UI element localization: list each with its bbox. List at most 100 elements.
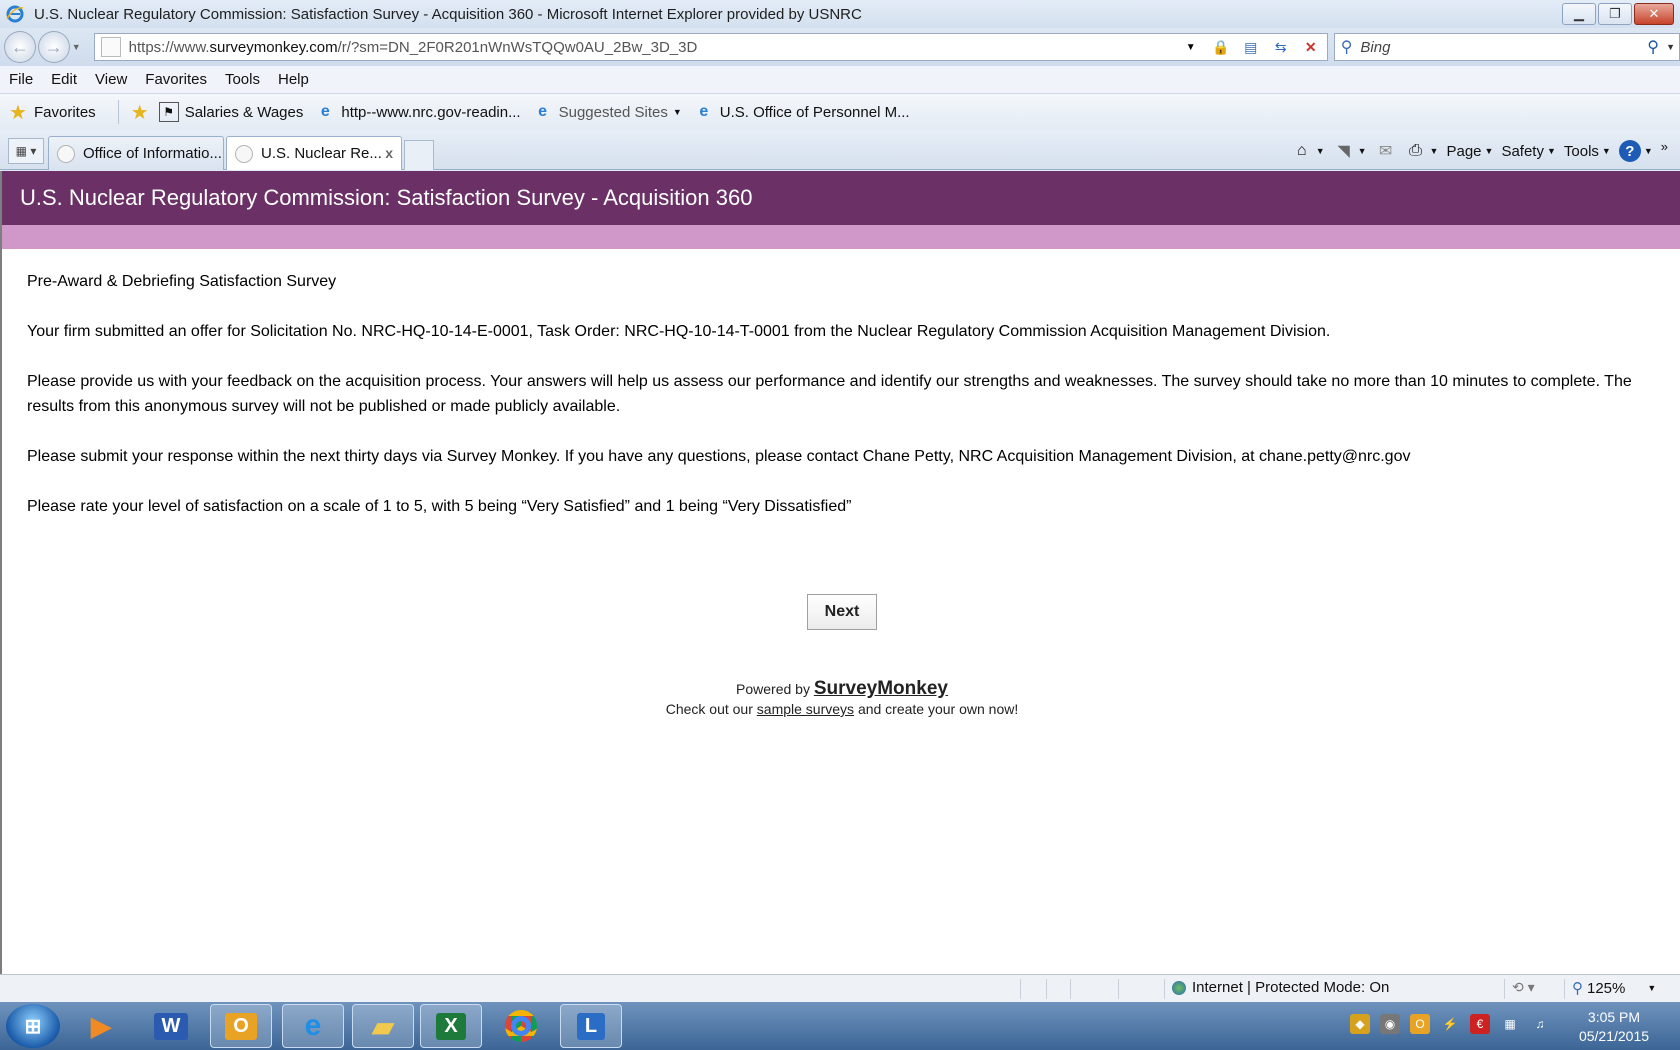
salaries-site-icon: ⚑ bbox=[158, 102, 179, 122]
taskbar-media-player[interactable]: ▶ bbox=[70, 1004, 132, 1048]
menu-view[interactable]: View bbox=[86, 71, 136, 88]
windows-logo-icon: ⊞ bbox=[24, 1015, 42, 1038]
search-icon[interactable]: ⚲ bbox=[1647, 37, 1659, 57]
volume-icon[interactable]: ♫ bbox=[1530, 1014, 1550, 1034]
taskbar-lync[interactable]: L bbox=[560, 1004, 622, 1048]
fav-suggested-sites[interactable]: e Suggested Sites ▼ bbox=[533, 102, 682, 122]
favorites-button[interactable]: ★ Favorites bbox=[8, 101, 96, 124]
powered-by-label: Powered by bbox=[736, 681, 810, 697]
taskbar-chrome[interactable] bbox=[490, 1004, 552, 1048]
taskbar-internet-explorer[interactable]: e bbox=[282, 1004, 344, 1048]
taskbar-word[interactable]: W bbox=[140, 1004, 202, 1048]
fav-link-salaries[interactable]: ⚑ Salaries & Wages bbox=[158, 102, 303, 122]
feeds-button[interactable]: ◥ ▼ bbox=[1333, 140, 1366, 162]
forward-button[interactable]: → bbox=[37, 31, 70, 63]
taskbar-excel[interactable]: X bbox=[420, 1004, 482, 1048]
url-text[interactable]: https://www.surveymonkey.com/r/?sm=DN_2F… bbox=[129, 39, 698, 56]
overflow-chevron-icon[interactable]: » bbox=[1661, 139, 1668, 154]
outlook-tray-icon[interactable]: O bbox=[1410, 1014, 1430, 1034]
page-content: U.S. Nuclear Regulatory Commission: Sati… bbox=[0, 171, 1680, 974]
minimize-button[interactable]: ▁ bbox=[1562, 3, 1596, 25]
status-divider bbox=[1020, 979, 1021, 999]
sample-surveys-link[interactable]: sample surveys bbox=[757, 701, 854, 717]
usb-device-icon[interactable]: ⚡ bbox=[1440, 1014, 1460, 1034]
tab-nuclear-regulatory[interactable]: U.S. Nuclear Re... x bbox=[226, 136, 402, 170]
zoom-level-control[interactable]: ⚲ 125% ▼ bbox=[1572, 979, 1656, 998]
status-divider bbox=[1118, 979, 1119, 999]
security-shield-icon[interactable]: ◆ bbox=[1350, 1014, 1370, 1034]
favorites-separator bbox=[117, 100, 119, 124]
menu-help[interactable]: Help bbox=[269, 71, 318, 88]
survey-paragraph-rating: Please rate your level of satisfaction o… bbox=[27, 498, 852, 515]
back-button[interactable]: ← bbox=[4, 31, 36, 63]
search-options-dropdown-icon[interactable]: ▼ bbox=[1666, 42, 1675, 52]
back-arrow-icon: ← bbox=[10, 36, 29, 57]
menu-favorites[interactable]: Favorites bbox=[136, 71, 216, 88]
address-dropdown-icon[interactable]: ▼ bbox=[1179, 36, 1203, 58]
menu-edit[interactable]: Edit bbox=[42, 71, 86, 88]
chevron-down-icon: ▼ bbox=[1546, 146, 1556, 156]
search-box[interactable]: ⚲ Bing ⚲ ▼ bbox=[1333, 33, 1680, 61]
wireless-icon[interactable]: ▦ bbox=[1500, 1014, 1520, 1034]
survey-heading: Pre-Award & Debriefing Satisfaction Surv… bbox=[27, 273, 337, 290]
refresh-icon[interactable]: ⇆ bbox=[1269, 36, 1293, 58]
add-to-favorites-bar-icon[interactable]: ★ bbox=[129, 101, 151, 124]
tools-menu[interactable]: Tools ▼ bbox=[1564, 143, 1611, 160]
system-tray: ◆ ◉ O ⚡ € ▦ ♫ bbox=[1350, 1014, 1550, 1034]
menu-tools[interactable]: Tools bbox=[216, 71, 269, 88]
status-divider bbox=[1504, 979, 1505, 999]
ie-logo-icon bbox=[6, 5, 24, 23]
survey-header-stripe bbox=[2, 225, 1680, 249]
zoom-magnifier-icon: ⚲ bbox=[1572, 980, 1583, 997]
next-button[interactable]: Next bbox=[807, 594, 877, 630]
checkout-suffix: and create your own now! bbox=[857, 701, 1019, 717]
close-tab-icon[interactable]: x bbox=[385, 145, 393, 161]
close-window-button[interactable]: ✕ bbox=[1634, 3, 1674, 25]
fav-link-opm[interactable]: e U.S. Office of Personnel M... bbox=[694, 102, 909, 122]
command-bar: ⌂ ▼ ◥ ▼ ✉ ⎙ ▼ Page ▼ Safety ▼ Tools ▼ ? ▼ » bbox=[1291, 138, 1668, 164]
taskbar-outlook[interactable]: O bbox=[210, 1004, 272, 1048]
mail-icon: ✉ bbox=[1378, 143, 1393, 160]
lync-icon: L bbox=[576, 1012, 606, 1040]
chevron-down-icon: ▼ bbox=[1484, 146, 1494, 156]
stop-icon[interactable]: ✕ bbox=[1299, 36, 1323, 58]
title-bar: U.S. Nuclear Regulatory Commission: Sati… bbox=[0, 0, 1680, 28]
system-clock[interactable]: 3:05 PM 05/21/2015 bbox=[1568, 1008, 1660, 1046]
tab-office-of-information[interactable]: Office of Informatio... bbox=[48, 136, 224, 170]
recent-pages-dropdown[interactable]: ▼ bbox=[72, 42, 86, 52]
address-bar[interactable]: https://www.surveymonkey.com/r/?sm=DN_2F… bbox=[93, 33, 1328, 61]
read-mail-button[interactable]: ✉ bbox=[1375, 140, 1397, 162]
printer-icon: ⎙ bbox=[1409, 142, 1422, 159]
quick-tabs-button[interactable]: ▦ ▾ bbox=[8, 138, 44, 164]
survey-paragraph-feedback: Please provide us with your feedback on … bbox=[27, 373, 1632, 415]
word-icon: W bbox=[153, 1012, 189, 1040]
taskbar-file-explorer[interactable]: ▰ bbox=[352, 1004, 414, 1048]
menu-file[interactable]: File bbox=[0, 71, 42, 88]
security-zone-status[interactable]: Internet | Protected Mode: On bbox=[1172, 979, 1389, 996]
home-button[interactable]: ⌂ ▼ bbox=[1291, 140, 1325, 162]
fav-link-nrc-reading[interactable]: e http--www.nrc.gov-readin... bbox=[315, 102, 521, 122]
window-controls: ▁ ❐ ✕ bbox=[1562, 3, 1674, 25]
alert-tray-icon[interactable]: € bbox=[1470, 1014, 1490, 1034]
home-icon: ⌂ bbox=[1296, 142, 1307, 159]
address-row: ← → ▼ https://www.surveymonkey.com/r/?sm… bbox=[0, 28, 1680, 66]
chevron-down-icon: ▼ bbox=[1601, 146, 1611, 156]
taskbar: ⊞ ▶ W O e ▰ X L ◆ ◉ O ⚡ € ▦ ♫ 3:05 PM 05… bbox=[0, 1002, 1680, 1050]
surveymonkey-link[interactable]: SurveyMonkey bbox=[814, 678, 948, 699]
page-menu[interactable]: Page ▼ bbox=[1446, 143, 1493, 160]
next-button-container: Next bbox=[807, 594, 877, 630]
protected-mode-icon[interactable]: ⟲ ▾ bbox=[1512, 979, 1535, 996]
search-placeholder: Bing bbox=[1360, 38, 1391, 56]
help-menu[interactable]: ? ▼ bbox=[1618, 140, 1653, 162]
favorites-star-icon: ★ bbox=[9, 101, 27, 124]
restore-button[interactable]: ❐ bbox=[1598, 3, 1632, 25]
start-button[interactable]: ⊞ bbox=[6, 1004, 60, 1048]
safety-menu[interactable]: Safety ▼ bbox=[1501, 143, 1555, 160]
compatibility-view-icon[interactable]: ▤ bbox=[1239, 36, 1263, 58]
print-button[interactable]: ⎙ ▼ bbox=[1405, 140, 1438, 162]
network-status-icon[interactable]: ◉ bbox=[1380, 1014, 1400, 1034]
security-lock-icon[interactable]: 🔒 bbox=[1209, 36, 1233, 58]
status-divider bbox=[1164, 979, 1165, 999]
chevron-down-icon: ▼ bbox=[1315, 146, 1325, 156]
new-tab-button[interactable] bbox=[404, 140, 434, 170]
